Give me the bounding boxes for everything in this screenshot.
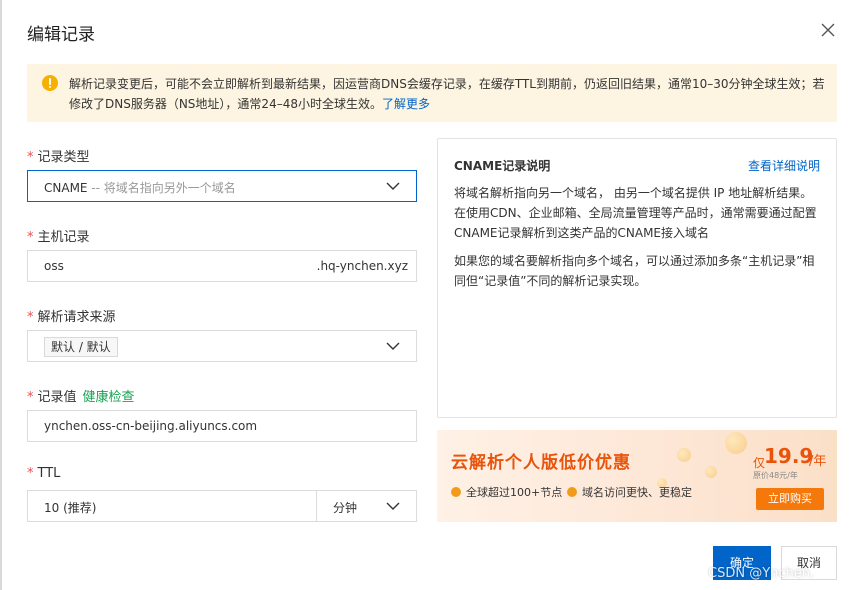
dialog-left-edge	[0, 0, 2, 590]
ttl-unit-value: 分钟	[333, 501, 358, 515]
coin-decoration	[725, 432, 747, 454]
record-value-text: ynchen.oss-cn-beijing.aliyuncs.com	[44, 419, 258, 433]
warning-icon	[42, 75, 58, 91]
close-icon[interactable]	[819, 21, 837, 39]
view-details-link[interactable]: 查看详细说明	[748, 157, 820, 174]
ttl-input[interactable]: 10 (推荐)	[27, 490, 317, 522]
coin-decoration	[677, 448, 691, 462]
record-type-label: * 记录类型	[27, 150, 90, 165]
record-value-input[interactable]: ynchen.oss-cn-beijing.aliyuncs.com	[27, 410, 417, 442]
promo-banner[interactable]: 云解析个人版低价优惠 全球超过100+节点 域名访问更快、更稳定 仅 19.9 …	[437, 430, 837, 522]
info-paragraph-1: 将域名解析指向另一个域名， 由另一个域名提供 IP 地址解析结果。在使用CDN、…	[454, 186, 817, 240]
chevron-down-icon	[386, 182, 400, 190]
record-type-select[interactable]: CNAME -- 将域名指向另外一个域名	[27, 170, 417, 202]
host-input[interactable]: oss .hq-ynchen.xyz	[27, 250, 417, 282]
watermark: CSDN @Ynchen.	[708, 566, 815, 581]
health-check-link[interactable]: 健康检查	[83, 390, 135, 405]
dialog-title: 编辑记录	[27, 25, 95, 45]
source-label: * 解析请求来源	[27, 310, 116, 325]
host-label: * 主机记录	[27, 230, 90, 245]
record-value-label: * 记录值 健康检查	[27, 390, 135, 405]
ttl-unit-select[interactable]: 分钟	[317, 490, 417, 522]
price-unit: /年	[809, 454, 827, 469]
buy-now-button[interactable]: 立即购买	[756, 488, 824, 510]
notice-text: 解析记录变更后，可能不会立即解析到最新结果，因运营商DNS会缓存记录，在缓存TT…	[69, 77, 825, 111]
record-type-hint: -- 将域名指向另外一个域名	[91, 181, 236, 195]
promo-feature-1: 全球超过100+节点	[451, 484, 562, 500]
info-title: CNAME记录说明	[454, 159, 551, 173]
host-value: oss	[44, 259, 64, 273]
source-tag: 默认 / 默认	[44, 337, 118, 357]
notice-banner: 解析记录变更后，可能不会立即解析到最新结果，因运营商DNS会缓存记录，在缓存TT…	[27, 64, 837, 122]
cname-info-panel: CNAME记录说明 查看详细说明 将域名解析指向另一个域名， 由另一个域名提供 …	[437, 138, 837, 418]
original-price: 原价48元/年	[753, 471, 798, 480]
check-icon	[451, 487, 461, 497]
promo-title: 云解析个人版低价优惠	[451, 453, 631, 473]
chevron-down-icon	[386, 502, 400, 510]
chevron-down-icon	[386, 342, 400, 350]
promo-feature-2: 域名访问更快、更稳定	[567, 484, 692, 500]
ttl-label: * TTL	[27, 466, 61, 481]
promo-price: 19.9	[764, 444, 814, 468]
source-select[interactable]: 默认 / 默认	[27, 330, 417, 362]
domain-suffix: .hq-ynchen.xyz	[316, 259, 408, 273]
record-type-value: CNAME	[44, 181, 88, 195]
ttl-value: 10 (推荐)	[44, 501, 97, 515]
info-paragraph-2: 如果您的域名要解析指向多个域名，可以通过添加多条“主机记录”相同但“记录值”不同…	[454, 254, 815, 288]
coin-decoration	[705, 466, 717, 478]
learn-more-link[interactable]: 了解更多	[382, 97, 430, 111]
check-icon	[567, 487, 577, 497]
